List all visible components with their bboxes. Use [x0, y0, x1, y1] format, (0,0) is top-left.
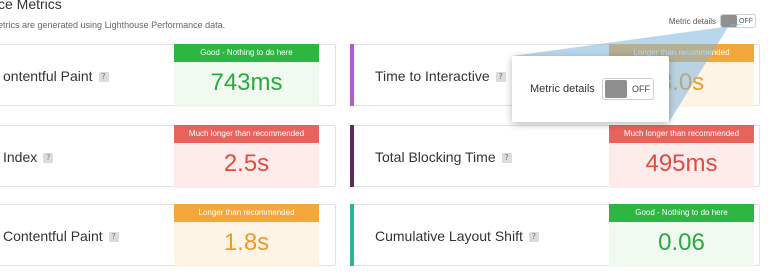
metric-value: 1.8s [174, 222, 319, 267]
switch-knob [605, 80, 627, 98]
metric-name: Contentful Paint? [3, 228, 119, 244]
help-icon[interactable]: ? [495, 72, 506, 83]
metric-score: Much longer than recommended 495ms [609, 125, 754, 188]
metric-name: Cumulative Layout Shift? [375, 228, 539, 244]
status-badge: Longer than recommended [174, 204, 319, 222]
card-accent-bar [350, 44, 354, 106]
section-subtitle: etrics are generated using Lighthouse Pe… [0, 20, 226, 30]
metric-score: Longer than recommended 1.8s [174, 204, 319, 267]
performance-metrics-panel: ce Metrics etrics are generated using Li… [0, 0, 768, 280]
switch-state-label: OFF [632, 84, 650, 94]
card-accent-bar [350, 125, 354, 187]
metric-card-cumulative-layout-shift[interactable]: Cumulative Layout Shift? Good - Nothing … [350, 204, 760, 267]
metric-value: 495ms [609, 143, 754, 188]
card-accent-bar [350, 204, 354, 266]
metric-card-first-contentful-paint[interactable]: ontentful Paint? Good - Nothing to do he… [0, 44, 336, 107]
help-icon[interactable]: ? [98, 72, 109, 83]
metric-score: Good - Nothing to do here 743ms [174, 44, 319, 107]
status-badge: Good - Nothing to do here [174, 44, 319, 62]
metric-score: Good - Nothing to do here 0.06 [609, 204, 754, 267]
metric-name: Index? [3, 149, 54, 165]
switch-state-label: OFF [739, 17, 753, 25]
help-icon[interactable]: ? [501, 153, 512, 164]
status-badge: Good - Nothing to do here [609, 204, 754, 222]
metric-details-popover: Metric details OFF [512, 56, 669, 122]
help-icon[interactable]: ? [43, 153, 54, 164]
popover-label: Metric details [530, 83, 595, 95]
metric-value: 743ms [174, 62, 319, 107]
metric-name: ontentful Paint? [3, 68, 109, 84]
metric-card-largest-contentful-paint[interactable]: Contentful Paint? Longer than recommende… [0, 204, 336, 267]
metric-card-speed-index[interactable]: Index? Much longer than recommended 2.5s [0, 125, 336, 188]
metric-name: Total Blocking Time? [375, 149, 512, 165]
metric-card-total-blocking-time[interactable]: Total Blocking Time? Much longer than re… [350, 125, 760, 188]
help-icon[interactable]: ? [528, 232, 539, 243]
metric-details-toggle-small[interactable]: Metric details OFF [669, 14, 756, 28]
status-badge: Much longer than recommended [174, 125, 319, 143]
status-badge: Much longer than recommended [609, 125, 754, 143]
popover-metric-details-switch[interactable]: OFF [602, 78, 654, 100]
metric-score: Much longer than recommended 2.5s [174, 125, 319, 188]
metric-name: Time to Interactive? [375, 68, 506, 84]
metric-value: 0.06 [609, 222, 754, 267]
section-title: ce Metrics [0, 0, 62, 12]
metric-value: 2.5s [174, 143, 319, 188]
metric-details-switch[interactable]: OFF [720, 14, 756, 28]
help-icon[interactable]: ? [108, 232, 119, 243]
metric-details-label: Metric details [668, 16, 716, 26]
switch-knob [721, 15, 737, 27]
